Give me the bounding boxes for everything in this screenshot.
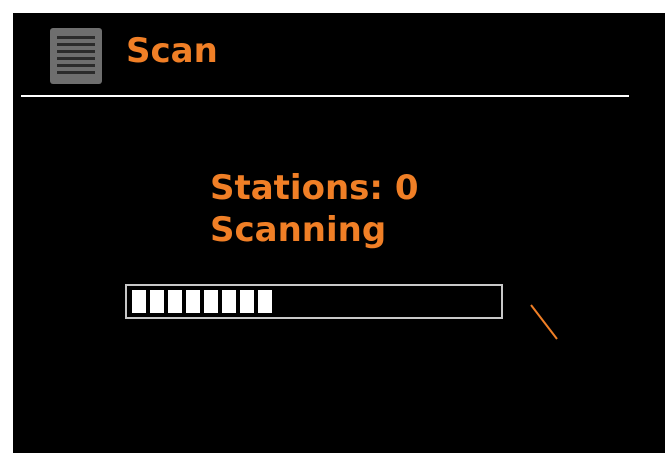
radio-display: Scan Stations: 0 Scanning (13, 13, 665, 453)
scan-progress-bar (125, 284, 503, 319)
header-divider (21, 95, 629, 97)
progress-segment (240, 290, 254, 313)
progress-segment (168, 290, 182, 313)
progress-segment (150, 290, 164, 313)
progress-segment (204, 290, 218, 313)
menu-list-icon[interactable] (50, 28, 102, 84)
progress-segment (258, 290, 272, 313)
stations-count-label: Stations: 0 (210, 168, 419, 208)
header-bar: Scan (13, 13, 665, 93)
progress-segment (186, 290, 200, 313)
progress-segment (132, 290, 146, 313)
progress-segment (222, 290, 236, 313)
page-title: Scan (126, 31, 218, 71)
scan-status-label: Scanning (210, 210, 387, 250)
busy-spinner-icon (530, 304, 558, 340)
